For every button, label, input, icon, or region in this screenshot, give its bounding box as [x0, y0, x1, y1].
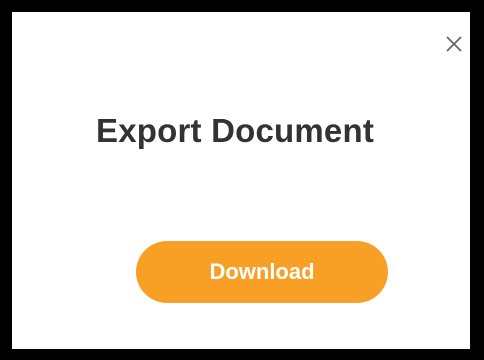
- download-button[interactable]: Download: [136, 241, 388, 303]
- close-button[interactable]: [444, 34, 464, 54]
- dialog-title: Export Document: [96, 112, 375, 149]
- export-dialog: Export Document Download: [7, 9, 476, 353]
- close-icon: [446, 36, 462, 52]
